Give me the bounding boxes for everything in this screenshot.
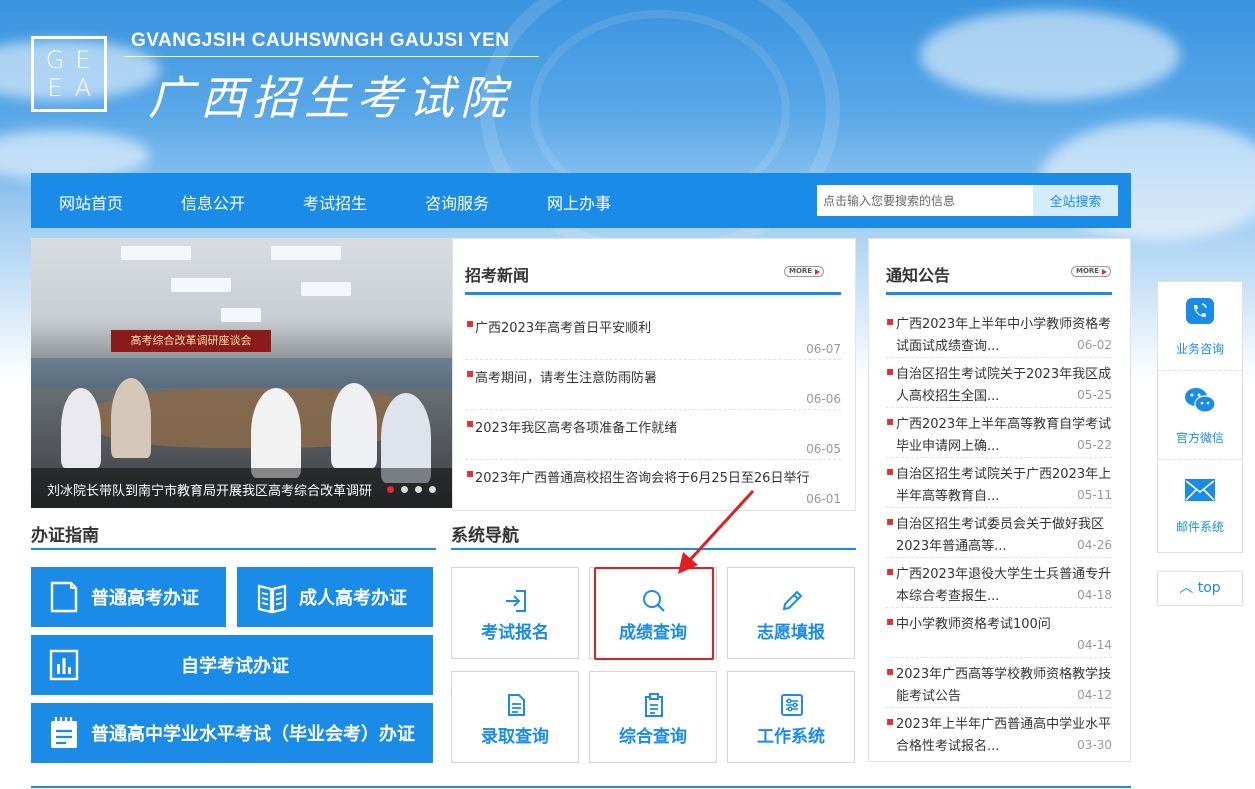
main-navbar: 网站首页 信息公开 考试招生 咨询服务 网上办事 全站搜索 xyxy=(31,173,1131,228)
adult-exam-cert-button[interactable]: 成人高考办证 xyxy=(237,567,433,627)
news-item[interactable]: ▪ 高考期间，请考生注意防雨防暑 06-06 xyxy=(465,360,841,410)
business-consult-link[interactable]: 业务咨询 xyxy=(1158,282,1242,371)
self-study-cert-button[interactable]: 自学考试办证 xyxy=(31,635,433,695)
nav-consult-service[interactable]: 咨询服务 xyxy=(425,190,489,214)
slideshow-dots xyxy=(387,486,436,493)
notice-title-rule xyxy=(886,292,1112,295)
notice-item[interactable]: ▪ 广西2023年退役大学生士兵普通专升本综合考查报生... 04-18 xyxy=(886,558,1112,608)
work-system-tile[interactable]: 工作系统 xyxy=(727,671,855,763)
general-query-tile[interactable]: 综合查询 xyxy=(589,671,717,763)
notice-title: 通知公告 xyxy=(886,266,951,285)
wechat-icon xyxy=(1185,388,1216,413)
guide-title: 办证指南 xyxy=(31,526,99,546)
meeting-banner: 高考综合改革调研座谈会 xyxy=(111,330,271,352)
system-nav-title-rule xyxy=(451,548,856,550)
news-item[interactable]: ▪ 2023年广西普通高校招生咨询会将于6月25日至26日举行 06-01 xyxy=(465,460,841,510)
file-icon xyxy=(508,694,525,716)
logo-letters: G E E A xyxy=(45,46,92,102)
site-logo[interactable]: G E E A xyxy=(31,36,107,112)
news-title-rule xyxy=(465,292,841,295)
notice-item[interactable]: ▪ 广西2023年上半年中小学教师资格考试面试成绩查询... 06-02 xyxy=(886,308,1112,358)
notice-more-button[interactable]: MORE xyxy=(1071,266,1111,277)
document-icon xyxy=(50,581,78,613)
settings-sliders-icon xyxy=(781,694,803,716)
highlight-arrow-icon xyxy=(678,489,755,574)
news-item[interactable]: ▪ 2023年我区高考各项准备工作就绪 06-05 xyxy=(465,410,841,460)
nav-online-service[interactable]: 网上办事 xyxy=(547,190,611,214)
notice-item[interactable]: ▪ 中小学教师资格考试100问 04-14 xyxy=(886,608,1112,658)
news-slideshow[interactable]: 高考综合改革调研座谈会 刘冰院长带队到南宁市教育局开展我区高考综合改革调研 xyxy=(31,238,452,508)
checklist-icon xyxy=(51,717,77,748)
bar-chart-icon xyxy=(49,649,79,681)
slide-dot[interactable] xyxy=(387,486,394,493)
nav-home[interactable]: 网站首页 xyxy=(59,190,123,214)
pencil-icon xyxy=(782,590,803,611)
highlight-box xyxy=(594,567,714,660)
mail-system-link[interactable]: 邮件系统 xyxy=(1158,460,1242,549)
application-fill-tile[interactable]: 志愿填报 xyxy=(727,567,855,659)
guide-title-rule xyxy=(31,548,436,550)
phone-chat-icon xyxy=(1186,298,1214,324)
news-item[interactable]: ▪ 广西2023年高考首日平安顺利 06-07 xyxy=(465,310,841,360)
official-wechat-link[interactable]: 官方微信 xyxy=(1158,371,1242,460)
admission-query-tile[interactable]: 录取查询 xyxy=(451,671,579,763)
nav-info-public[interactable]: 信息公开 xyxy=(181,190,245,214)
chevron-up-icon: ︿ xyxy=(1179,580,1194,596)
book-icon xyxy=(257,584,287,614)
notice-item[interactable]: ▪ 2023年广西高等学校教师资格教学技能考试公告 04-12 xyxy=(886,658,1112,708)
title-divider xyxy=(124,56,539,57)
slide-dot[interactable] xyxy=(415,486,422,493)
notice-item[interactable]: ▪ 自治区招生考试院关于2023年我区成人高校招生全国... 05-25 xyxy=(886,358,1112,408)
academic-level-cert-button[interactable]: 普通高中学业水平考试（毕业会考）办证 xyxy=(31,703,433,763)
footer-divider xyxy=(31,786,1131,788)
news-title: 招考新闻 xyxy=(465,266,530,285)
login-icon xyxy=(506,590,526,612)
clipboard-icon xyxy=(645,693,663,717)
back-to-top-button[interactable]: ︿ top xyxy=(1157,571,1243,606)
slide-dot[interactable] xyxy=(401,486,408,493)
notice-item[interactable]: ▪ 自治区招生考试院关于广西2023年上半年高等教育自... 05-11 xyxy=(886,458,1112,508)
side-float-panel: 业务咨询 官方微信 邮件系统 xyxy=(1157,281,1243,553)
nav-exam-admission[interactable]: 考试招生 xyxy=(303,190,367,214)
slide-dot[interactable] xyxy=(429,486,436,493)
notice-item[interactable]: ▪ 自治区招生考试委员会关于做好我区2023年普通高等... 04-26 xyxy=(886,508,1112,558)
search-bar: 全站搜索 xyxy=(817,185,1118,216)
gaokao-cert-button[interactable]: 普通高考办证 xyxy=(31,567,226,627)
search-input[interactable] xyxy=(817,185,1033,216)
chinese-site-title: 广西招生考试院 xyxy=(148,71,512,125)
mail-icon xyxy=(1185,479,1215,501)
search-button[interactable]: 全站搜索 xyxy=(1033,185,1118,216)
notice-item[interactable]: ▪ 广西2023年上半年高等教育自学考试毕业申请网上确... 05-22 xyxy=(886,408,1112,458)
exam-registration-tile[interactable]: 考试报名 xyxy=(451,567,579,659)
english-site-title: GVANGJSIH CAUHSWNGH GAUJSI YEN xyxy=(131,30,510,51)
news-more-button[interactable]: MORE xyxy=(784,266,824,277)
system-nav-title: 系统导航 xyxy=(451,526,519,546)
notice-item[interactable]: ▪ 2023年上半年广西普通高中学业水平合格性考试报名... 03-30 xyxy=(886,708,1112,758)
